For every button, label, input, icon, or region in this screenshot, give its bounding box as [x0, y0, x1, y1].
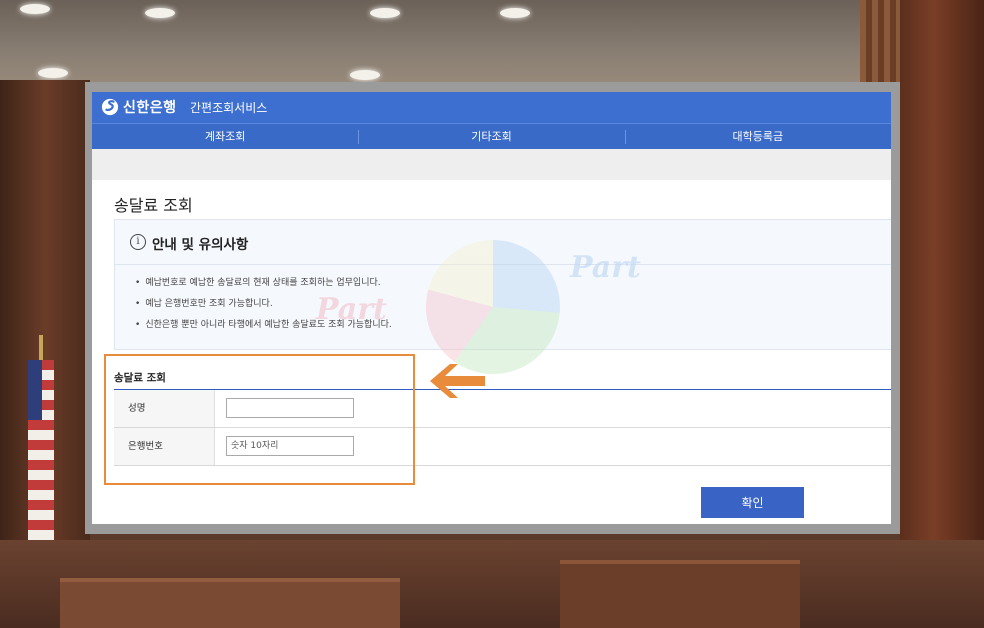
shinhan-logo-icon: [101, 98, 119, 116]
page-title: 송달료 조회: [114, 196, 193, 215]
flag: [28, 360, 54, 545]
nav-account-inquiry[interactable]: 계좌조회: [92, 124, 358, 150]
watermark-text: Part: [316, 292, 387, 327]
service-name: 간편조회서비스: [190, 101, 268, 115]
highlight-box: [104, 354, 415, 485]
pie-watermark: [426, 240, 560, 374]
ceiling-light: [38, 68, 68, 78]
nav-tuition[interactable]: 대학등록금: [624, 124, 891, 150]
main-nav: 계좌조회 기타조회 대학등록금: [92, 123, 891, 150]
ceiling-light: [20, 4, 50, 14]
watermark-text: Part: [570, 250, 641, 285]
courtroom-desk: [560, 560, 800, 628]
courtroom-bench: [60, 578, 400, 628]
info-icon: i: [130, 234, 146, 250]
ceiling-light: [370, 8, 400, 18]
sub-nav-bar: [92, 149, 891, 180]
notice-title: 안내 및 유의사항: [152, 237, 249, 253]
arrow-left-icon: [430, 364, 485, 398]
confirm-button[interactable]: 확인: [701, 487, 804, 518]
ceiling-light: [145, 8, 175, 18]
ceiling-light: [350, 70, 380, 80]
nav-other-inquiry[interactable]: 기타조회: [358, 124, 624, 150]
ceiling-light: [500, 8, 530, 18]
brand-name[interactable]: 신한은행: [123, 97, 177, 117]
top-header: 신한은행 간편조회서비스: [92, 92, 891, 123]
wood-wall-right: [900, 0, 984, 628]
